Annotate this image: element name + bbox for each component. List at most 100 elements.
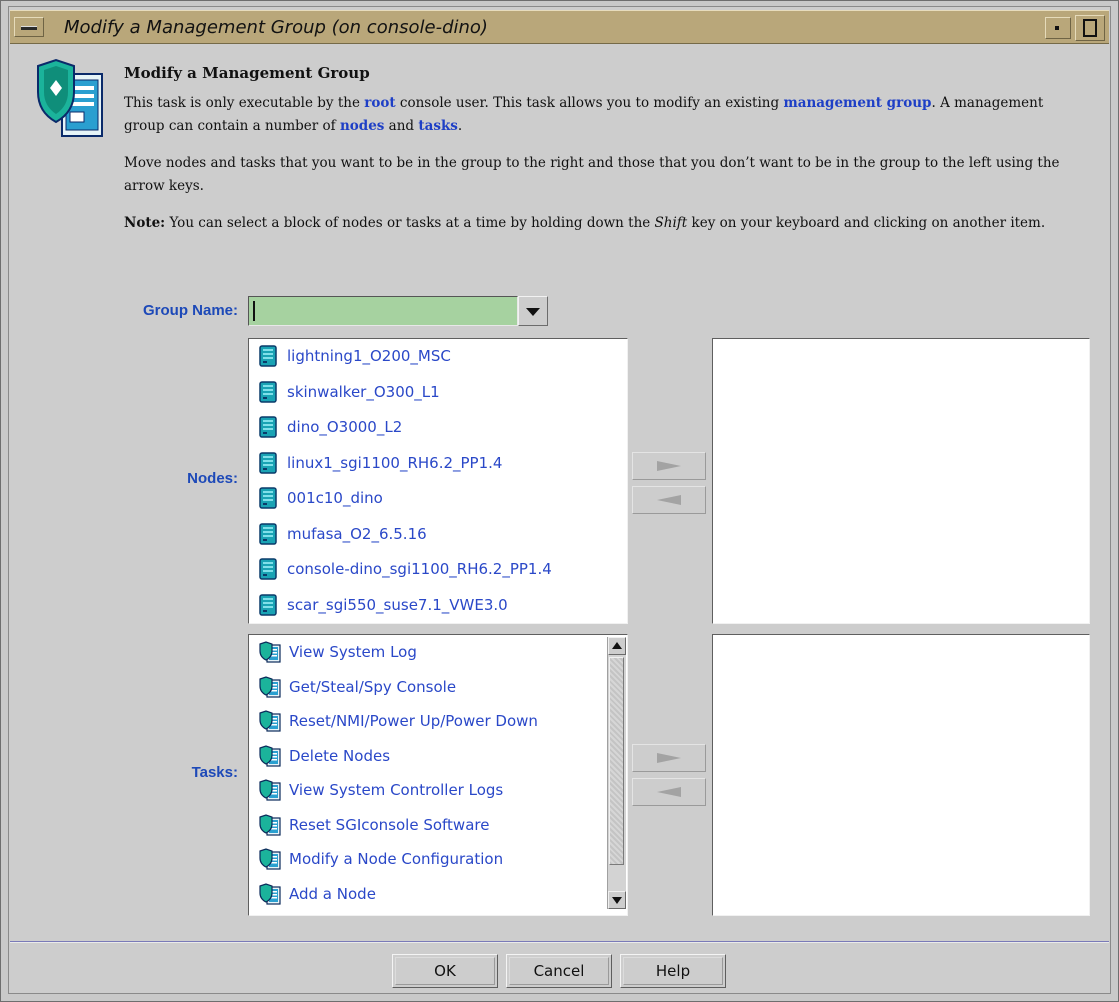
task-item-icon xyxy=(259,882,281,905)
description-text: This task is only executable by the xyxy=(124,95,365,111)
scroll-down-button[interactable] xyxy=(608,891,626,909)
node-list-item[interactable]: scar_sgi550_suse7.1_VWE3.0 xyxy=(259,592,508,618)
arrow-left-icon xyxy=(657,787,681,797)
node-server-icon xyxy=(259,487,277,509)
maximize-icon xyxy=(1083,19,1097,37)
description-text: console user. This task allows you to mo… xyxy=(395,95,784,111)
task-item-icon xyxy=(259,744,281,767)
scroll-up-button[interactable] xyxy=(608,637,626,655)
description-text: and xyxy=(384,118,419,134)
task-name: Get/Steal/Spy Console xyxy=(289,677,457,696)
task-name: Modify a Node Configuration xyxy=(289,850,504,868)
maximize-button[interactable] xyxy=(1075,15,1105,41)
node-list-item[interactable]: dino_O3000_L2 xyxy=(259,414,402,440)
help-button[interactable]: Help xyxy=(620,954,726,988)
task-list-item[interactable]: Modify a Node Configuration xyxy=(259,846,503,872)
group-name-input[interactable] xyxy=(248,296,518,326)
add-task-button[interactable] xyxy=(632,744,706,772)
footer-divider xyxy=(10,941,1109,943)
note-text: key on your keyboard and clicking on ano… xyxy=(687,215,1046,231)
task-list-item[interactable]: View System Log xyxy=(259,639,417,665)
node-server-icon xyxy=(259,522,277,545)
cancel-label: Cancel xyxy=(533,962,585,980)
task-name: Delete Nodes xyxy=(289,746,391,765)
task-list-item[interactable]: Delete Nodes xyxy=(259,743,390,769)
chevron-down-icon xyxy=(526,308,540,316)
task-shield-document-icon xyxy=(37,58,103,137)
task-name: View System Log xyxy=(289,643,417,661)
root-link[interactable]: root xyxy=(364,95,395,111)
node-server-icon xyxy=(259,558,277,580)
dialog-content: Modify a Management Group This task is o… xyxy=(10,46,1109,936)
node-name: skinwalker_O300_L1 xyxy=(287,382,440,401)
cancel-button[interactable]: Cancel xyxy=(506,954,612,988)
node-server-icon xyxy=(259,593,277,616)
window-title: Modify a Management Group (on console-di… xyxy=(64,17,488,38)
remove-node-button[interactable] xyxy=(632,486,706,514)
title-bar[interactable]: Modify a Management Group (on console-di… xyxy=(10,10,1109,44)
note-label: Note: xyxy=(124,215,166,231)
arrow-left-icon xyxy=(657,495,681,505)
task-list-item[interactable]: Get/Steal/Spy Console xyxy=(259,674,456,700)
node-name: mufasa_O2_6.5.16 xyxy=(287,524,427,543)
minimize-icon xyxy=(1055,26,1059,30)
task-name: Reset/NMI/Power Up/Power Down xyxy=(289,712,538,730)
node-list-item[interactable]: console-dino_sgi1100_RH6.2_PP1.4 xyxy=(259,556,552,582)
node-name: dino_O3000_L2 xyxy=(287,418,403,436)
window-menu-icon xyxy=(21,26,37,30)
arrow-right-icon xyxy=(657,461,681,471)
task-list-item[interactable]: Add a Node xyxy=(259,881,376,907)
task-list-item[interactable]: View System Controller Logs xyxy=(259,777,503,803)
selected-nodes-list[interactable] xyxy=(712,338,1090,624)
ok-button[interactable]: OK xyxy=(392,954,498,988)
nodes-link[interactable]: nodes xyxy=(340,118,384,134)
task-item-icon xyxy=(259,848,281,870)
node-name: console-dino_sgi1100_RH6.2_PP1.4 xyxy=(287,560,552,578)
task-name: Reset SGIconsole Software xyxy=(289,815,490,834)
node-list-item[interactable]: mufasa_O2_6.5.16 xyxy=(259,521,427,547)
dialog-heading: Modify a Management Group xyxy=(124,64,370,82)
node-list-item[interactable]: linux1_sgi1100_RH6.2_PP1.4 xyxy=(259,450,502,476)
scroll-down-icon xyxy=(612,897,622,904)
task-list-item[interactable]: Reset/NMI/Power Up/Power Down xyxy=(259,708,538,734)
tasks-label: Tasks: xyxy=(191,764,238,781)
task-name: Add a Node xyxy=(289,884,376,903)
task-item-icon xyxy=(259,710,281,732)
node-name: lightning1_O200_MSC xyxy=(287,347,451,365)
remove-task-button[interactable] xyxy=(632,778,706,806)
task-item-icon xyxy=(259,779,281,801)
ok-label: OK xyxy=(434,962,456,980)
node-server-icon xyxy=(259,451,277,474)
node-list-item[interactable]: lightning1_O200_MSC xyxy=(259,343,451,369)
node-server-icon xyxy=(259,380,277,403)
task-item-icon xyxy=(259,641,281,663)
node-list-item[interactable]: 001c10_dino xyxy=(259,485,383,511)
node-list-item[interactable]: skinwalker_O300_L1 xyxy=(259,379,440,405)
available-tasks-list[interactable]: Add a Node Modify a Node Configuration Res… xyxy=(248,634,628,916)
add-node-button[interactable] xyxy=(632,452,706,480)
window-menu-button[interactable] xyxy=(14,17,44,37)
note-paragraph: Note: You can select a block of nodes or… xyxy=(124,212,1084,235)
task-list-item[interactable]: Reset SGIconsole Software xyxy=(259,812,489,838)
tasks-link[interactable]: tasks xyxy=(418,118,458,134)
task-item-icon xyxy=(259,813,281,836)
nodes-label: Nodes: xyxy=(187,470,238,487)
group-name-dropdown-button[interactable] xyxy=(518,296,548,326)
selected-tasks-list[interactable] xyxy=(712,634,1090,916)
node-name: 001c10_dino xyxy=(287,489,383,507)
management-group-link[interactable]: management group xyxy=(783,95,931,111)
arrow-right-icon xyxy=(657,753,681,763)
scroll-up-icon xyxy=(612,642,622,649)
description-paragraph: This task is only executable by the root… xyxy=(124,92,1084,138)
minimize-button[interactable] xyxy=(1045,17,1071,39)
task-name: View System Controller Logs xyxy=(289,781,504,799)
node-name: linux1_sgi1100_RH6.2_PP1.4 xyxy=(287,453,503,472)
help-label: Help xyxy=(655,962,691,980)
available-nodes-list[interactable]: lightning1_O200_MSC skinwalker_O300_L1din… xyxy=(248,338,628,624)
description-text: . xyxy=(457,118,463,134)
node-server-icon xyxy=(259,345,277,367)
scroll-thumb[interactable] xyxy=(609,657,624,865)
tasks-scrollbar[interactable] xyxy=(607,637,626,909)
task-item-icon xyxy=(259,675,281,698)
instructions-paragraph: Move nodes and tasks that you want to be… xyxy=(124,155,1060,194)
